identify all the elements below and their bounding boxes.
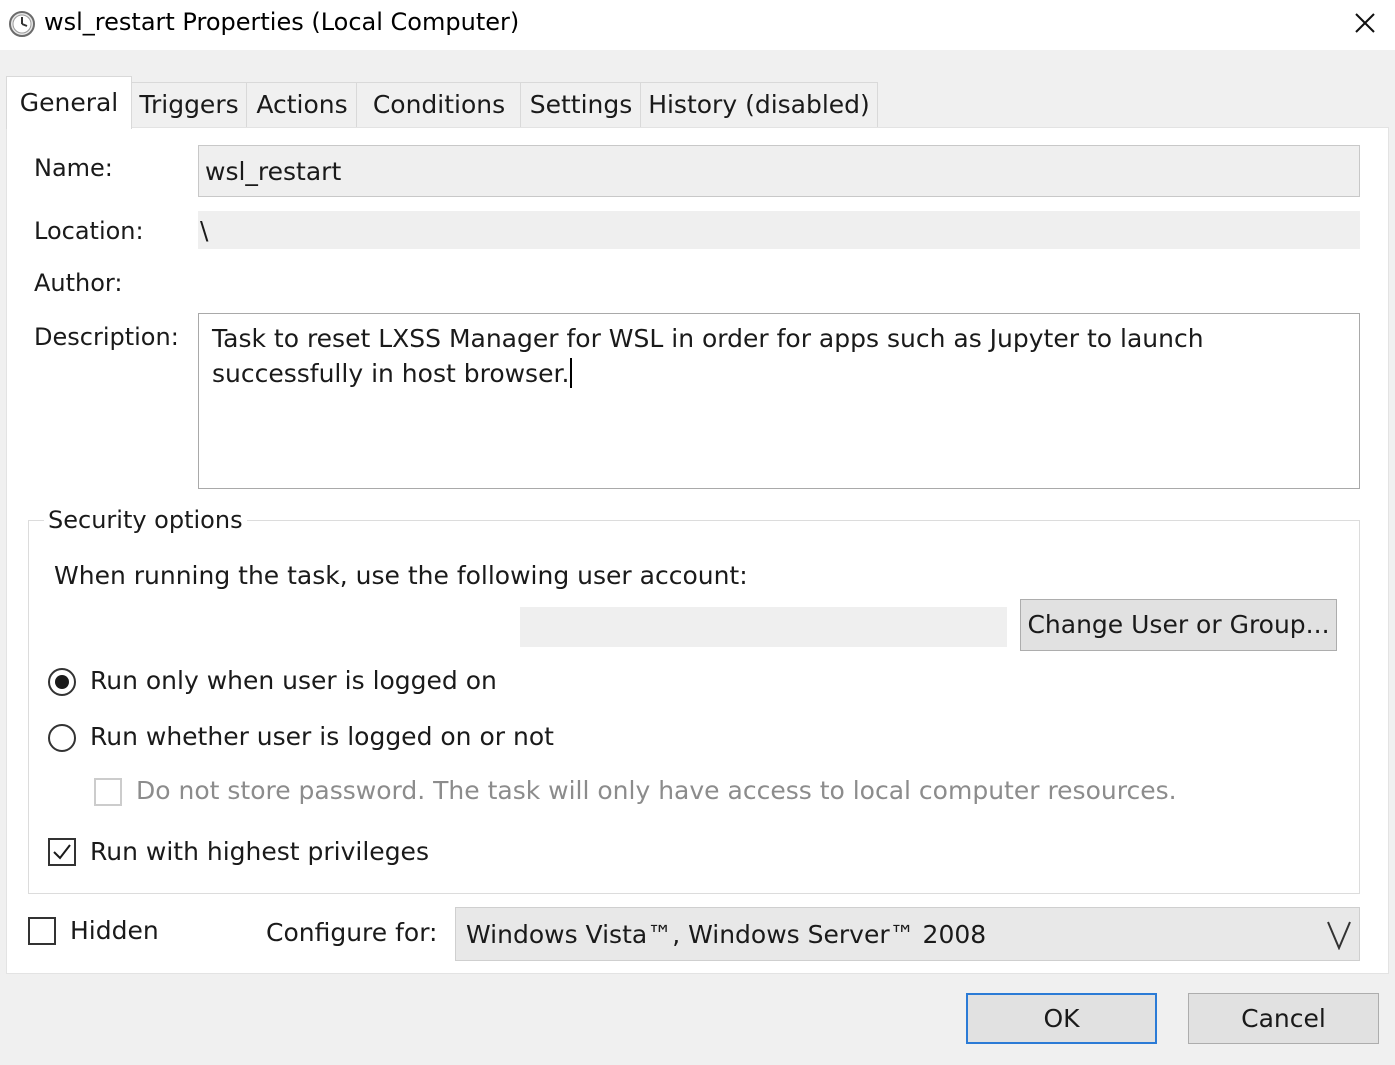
user-account-field [520,607,1007,647]
clock-icon [8,10,36,38]
security-options-title: Security options [44,506,247,534]
change-user-button[interactable]: Change User or Group... [1020,599,1337,651]
text-cursor [570,358,573,388]
window-title: wsl_restart Properties (Local Computer) [44,8,520,36]
run-logged-on-label[interactable]: Run only when user is logged on [90,666,497,695]
hidden-checkbox[interactable] [28,917,56,945]
no-store-password-label: Do not store password. The task will onl… [136,776,1177,805]
ok-button[interactable]: OK [966,993,1157,1044]
location-value: \ [200,216,209,245]
description-value: Task to reset LXSS Manager for WSL in or… [212,324,1212,388]
tab-settings[interactable]: Settings [520,82,642,127]
description-label: Description: [34,323,179,351]
author-label: Author: [34,269,123,297]
run-logged-on-radio[interactable] [48,668,76,696]
highest-privileges-label[interactable]: Run with highest privileges [90,837,429,866]
name-label: Name: [34,154,113,182]
tab-actions[interactable]: Actions [246,82,358,127]
close-button[interactable] [1340,0,1390,46]
run-whether-label[interactable]: Run whether user is logged on or not [90,722,554,751]
configure-for-value: Windows Vista™, Windows Server™ 2008 [466,919,987,949]
name-value: wsl_restart [205,156,342,186]
highest-privileges-checkbox[interactable] [48,838,76,866]
tab-triggers[interactable]: Triggers [130,82,248,127]
radio-selected-dot [55,675,69,689]
configure-for-select[interactable]: Windows Vista™, Windows Server™ 2008 [455,907,1360,961]
run-whether-radio[interactable] [48,724,76,752]
checkmark-icon [53,844,71,860]
chevron-down-icon[interactable] [1326,920,1352,954]
no-store-password-checkbox [94,778,122,806]
close-icon [1355,13,1375,33]
configure-for-label: Configure for: [266,918,438,947]
account-prompt: When running the task, use the following… [54,561,748,590]
name-field[interactable]: wsl_restart [198,145,1360,197]
tab-general[interactable]: General [6,76,132,129]
description-textarea[interactable]: Task to reset LXSS Manager for WSL in or… [198,313,1360,489]
location-label: Location: [34,217,144,245]
hidden-label[interactable]: Hidden [70,916,159,945]
location-field [198,211,1360,249]
tab-conditions[interactable]: Conditions [356,82,522,127]
cancel-button[interactable]: Cancel [1188,993,1379,1044]
tab-history[interactable]: History (disabled) [640,82,878,127]
